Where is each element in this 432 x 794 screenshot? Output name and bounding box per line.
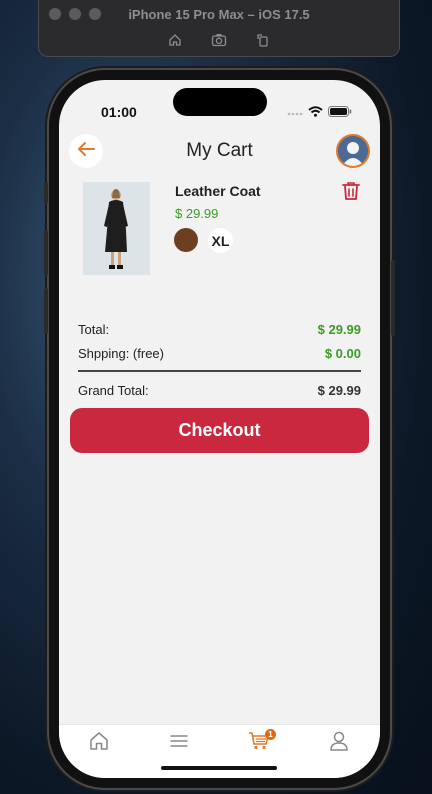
- phone-frame: 01:00 My Cart Leather Coat $ 29.99 XL To…: [44, 70, 395, 788]
- divider: [78, 370, 361, 372]
- screenshot-icon[interactable]: [207, 31, 231, 49]
- battery-icon: [328, 104, 352, 122]
- grand-total-value: $ 29.99: [317, 382, 361, 398]
- tab-profile[interactable]: [327, 731, 351, 755]
- status-time: 01:00: [101, 104, 137, 120]
- tab-home[interactable]: [87, 731, 111, 755]
- checkout-button[interactable]: Checkout: [70, 408, 369, 453]
- bottom-tab-bar: 1: [59, 724, 380, 778]
- app-screen: 01:00 My Cart Leather Coat $ 29.99 XL To…: [59, 80, 380, 778]
- cart-badge: 1: [265, 729, 276, 740]
- delete-item-button[interactable]: [339, 180, 363, 206]
- cart-item: Leather Coat $ 29.99 XL: [83, 180, 363, 280]
- avatar[interactable]: [336, 134, 370, 168]
- user-icon: [329, 730, 349, 757]
- shipping-label: Shpping: (free): [78, 345, 164, 361]
- product-image[interactable]: [83, 182, 150, 275]
- total-row: Total: $ 29.99: [78, 317, 361, 341]
- signal-icon: [287, 104, 303, 122]
- home-icon[interactable]: [163, 31, 187, 49]
- total-label: Total:: [78, 321, 110, 337]
- grand-total-label: Grand Total:: [78, 382, 149, 398]
- home-indicator: [161, 766, 277, 770]
- page-title: My Cart: [186, 140, 253, 161]
- shipping-value: $ 0.00: [324, 345, 361, 361]
- product-name: Leather Coat: [175, 183, 261, 199]
- tab-menu[interactable]: [167, 731, 191, 755]
- size-chip: XL: [208, 228, 233, 253]
- cart-header: My Cart: [59, 134, 380, 174]
- order-summary: Total: $ 29.99 Shpping: (free) $ 0.00 Gr…: [78, 317, 361, 402]
- simulator-title: iPhone 15 Pro Max – iOS 17.5: [128, 7, 310, 22]
- dynamic-island: [173, 88, 267, 116]
- simulator-toolbar: iPhone 15 Pro Max – iOS 17.5: [38, 0, 400, 57]
- home-icon: [88, 730, 110, 757]
- user-avatar-icon: [338, 142, 368, 166]
- total-value: $ 29.99: [317, 321, 361, 337]
- color-swatch: [174, 228, 198, 252]
- menu-icon: [169, 734, 189, 753]
- shipping-row: Shpping: (free) $ 0.00: [78, 341, 361, 365]
- wifi-icon: [308, 104, 323, 122]
- trash-icon: [342, 181, 360, 206]
- tab-cart[interactable]: 1: [247, 729, 276, 755]
- product-price: $ 29.99: [175, 206, 219, 221]
- status-bar: 01:00: [59, 80, 380, 128]
- rotate-icon[interactable]: [251, 31, 275, 49]
- grand-total-row: Grand Total: $ 29.99: [78, 378, 361, 402]
